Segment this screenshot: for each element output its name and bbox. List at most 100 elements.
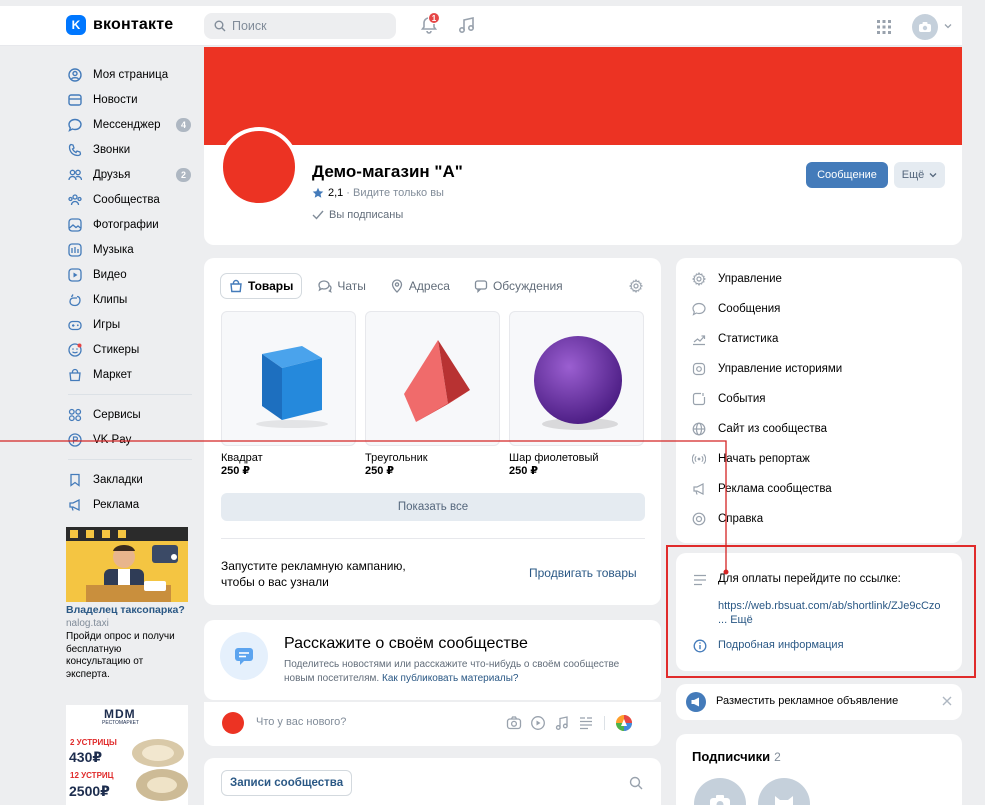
subscriber-avatar[interactable] [758,778,810,805]
sidebar-item-photos[interactable]: Фотографии [66,212,196,237]
tab-label: Обсуждения [492,279,563,293]
message-button[interactable]: Сообщение [806,162,888,188]
product-card-sphere[interactable] [509,311,644,446]
ad-title[interactable]: Владелец таксопарка? [66,604,190,616]
broadcast-icon [692,453,706,465]
chats-icon [318,280,333,293]
post-placeholder[interactable]: Что у вас нового? [256,716,346,728]
sidebar-item-games[interactable]: Игры [66,312,196,337]
sidebar-item-label: Маркет [93,368,132,381]
camera-icon [919,22,931,32]
tab-addresses[interactable]: Адреса [382,273,458,299]
product-name[interactable]: Квадрат [221,452,263,464]
search-icon[interactable] [629,776,643,790]
sidebar-item-news[interactable]: Новости [66,87,196,112]
sidebar-item-label: Фотографии [93,218,159,231]
chevron-down-icon[interactable] [944,23,952,29]
sidebar-item-friends[interactable]: Друзья 2 [66,162,196,187]
sidebar-item-bookmarks[interactable]: Закладки [66,467,196,492]
manage-item-label: Управление историями [718,363,843,375]
discussion-icon [474,280,488,293]
tab-chats[interactable]: Чаты [310,273,374,299]
subscribers-block: Подписчики 2 [676,734,962,805]
subscribers-title[interactable]: Подписчики 2 [692,749,781,764]
music-icon[interactable] [458,16,476,34]
community-management-menu: Управление Сообщения Статистика Управлен… [676,258,962,543]
promote-products-link[interactable]: Продвигать товары [529,566,637,580]
rating-value: 2,1 [328,187,344,199]
camera-icon[interactable] [506,715,522,731]
sidebar-ad-image[interactable] [66,527,188,602]
sidebar-item-my-page[interactable]: Моя страница [66,62,196,87]
ad-brand: MDM [104,707,136,721]
search-input[interactable]: Поиск [204,13,396,39]
manage-item-broadcast[interactable]: Начать репортаж [692,452,810,466]
product-card-cube[interactable] [221,311,356,446]
manage-item-label: Управление [718,273,782,285]
ad-line1: 2 УСТРИЦЫ [70,738,117,747]
sidebar-item-video[interactable]: Видео [66,262,196,287]
sidebar-item-communities[interactable]: Сообщества [66,187,196,212]
tell-description: Поделитесь новостями или расскажите что-… [284,658,624,686]
manage-item-help[interactable]: Справка [692,512,763,526]
sidebar-item-label: Новости [93,93,138,106]
sidebar-item-label: Друзья [93,168,131,181]
sidebar-item-messenger[interactable]: Мессенджер 4 [66,112,196,137]
sidebar-ad-oysters[interactable]: MDM РЕСТОМАРКЕТ 2 УСТРИЦЫ 430₽ 12 УСТРИЦ… [66,705,188,805]
megaphone-icon [68,498,82,512]
show-all-button[interactable]: Показать все [221,493,645,521]
post-attach-icons [506,714,641,732]
more-button[interactable]: Ещё [894,162,945,188]
community-posts-tab[interactable]: Записи сообщества [221,770,353,796]
sidebar-item-label: Сообщества [93,193,160,206]
sidebar-item-ads[interactable]: Реклама [66,492,196,517]
sticker-icon [68,342,82,357]
sidebar-item-label: Звонки [93,143,131,156]
sidebar-item-music[interactable]: Музыка [66,237,196,262]
subscribed-status[interactable]: Вы подписаны [312,209,403,221]
sidebar-item-clips[interactable]: Клипы [66,287,196,312]
tab-discussions[interactable]: Обсуждения [466,273,571,299]
subscribed-label: Вы подписаны [329,209,404,221]
music-note-icon[interactable] [554,715,570,731]
article-icon[interactable] [578,715,594,731]
manage-item-statistics[interactable]: Статистика [692,332,778,346]
sidebar-item-label: VK Pay [93,433,132,446]
community-avatar-small [222,712,244,734]
sidebar-item-calls[interactable]: Звонки [66,137,196,162]
product-name[interactable]: Шар фиолетовый [509,452,599,464]
notification-badge: 1 [428,12,440,24]
new-post-box[interactable]: Что у вас нового? [204,702,661,746]
chat-bubble-icon [68,118,82,132]
sidebar-item-market[interactable]: Маркет [66,362,196,387]
subscriber-avatar[interactable] [694,778,746,805]
gear-icon[interactable] [629,279,643,293]
tab-products[interactable]: Товары [220,273,303,299]
manage-item-messages[interactable]: Сообщения [692,302,780,316]
community-rating[interactable]: 2,1 · Видите только вы [312,187,444,199]
video-play-icon[interactable] [530,715,546,731]
place-ad-banner[interactable]: Разместить рекламное объявление [676,684,962,720]
manage-item-site[interactable]: Сайт из сообщества [692,422,827,436]
manage-item-ads[interactable]: Реклама сообщества [692,482,832,496]
sidebar-item-services[interactable]: Сервисы [66,402,196,427]
how-to-publish-link[interactable]: Как публиковать материалы? [382,673,518,684]
manage-item-label: События [718,393,766,405]
close-icon[interactable] [942,696,952,706]
user-avatar[interactable] [912,14,938,40]
manage-item-events[interactable]: События [692,392,765,406]
music-note-icon [68,242,82,257]
product-price: 250 ₽ [509,465,539,477]
community-avatar[interactable] [219,127,299,207]
sidebar-item-vkpay[interactable]: VK Pay [66,427,196,452]
product-card-triangle[interactable] [365,311,500,446]
manage-item-stories[interactable]: Управление историями [692,362,842,376]
apps-grid-icon[interactable] [876,19,892,35]
sidebar-item-stickers[interactable]: Стикеры [66,337,196,362]
product-name[interactable]: Треугольник [365,452,428,464]
clips-icon [68,293,82,307]
manage-item-management[interactable]: Управление [692,272,782,286]
more-apps-icon[interactable] [615,714,633,732]
ad-price2: 2500₽ [69,783,110,799]
vk-logo[interactable]: K вконтакте [66,15,173,35]
